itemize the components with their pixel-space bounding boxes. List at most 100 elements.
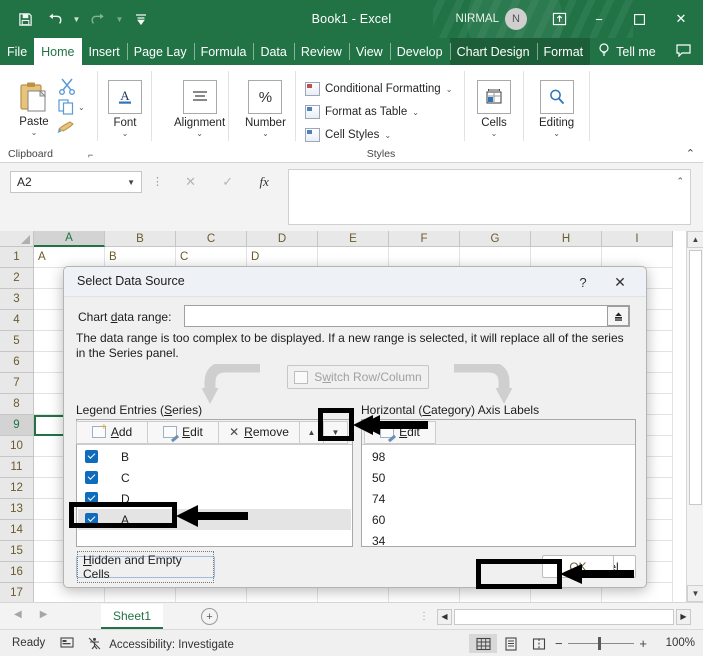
tab-home[interactable]: Home	[34, 38, 82, 65]
row-header-8[interactable]: 8	[0, 394, 34, 415]
enter-icon[interactable]: ✓	[222, 174, 233, 190]
series-checkbox-D[interactable]	[85, 492, 98, 505]
scroll-right-icon[interactable]: ▶	[676, 608, 691, 625]
collapse-dialog-icon[interactable]	[607, 306, 629, 326]
tab-insert[interactable]: Insert	[82, 38, 127, 65]
font-dropdown-icon[interactable]: ⌄	[122, 130, 129, 138]
copy-button[interactable]	[58, 99, 75, 118]
series-item-B[interactable]: B	[78, 446, 351, 467]
cell-styles-button[interactable]: Cell Styles ⌄	[305, 125, 391, 145]
axis-label-item-3[interactable]: 60	[363, 509, 634, 530]
number-dropdown-icon[interactable]: ⌄	[262, 130, 269, 138]
column-header-G[interactable]: G	[460, 231, 531, 247]
cell-G1[interactable]	[460, 247, 531, 268]
previous-sheet-icon[interactable]: ◀	[14, 609, 22, 620]
cell-E1[interactable]	[318, 247, 389, 268]
row-header-6[interactable]: 6	[0, 352, 34, 373]
avatar[interactable]: N	[505, 8, 527, 30]
row-header-9[interactable]: 9	[0, 415, 34, 436]
zoom-track[interactable]	[567, 637, 635, 650]
cell-H1[interactable]	[531, 247, 602, 268]
remove-series-button[interactable]: ✕ Remove	[218, 420, 300, 444]
undo-icon[interactable]	[40, 6, 70, 32]
tab-file[interactable]: File	[0, 38, 34, 65]
vertical-scrollbar[interactable]: ▲ ▼	[686, 231, 703, 602]
split-handle-icon[interactable]: ⋮	[419, 611, 429, 622]
axis-label-item-4[interactable]: 34	[363, 530, 634, 546]
row-header-10[interactable]: 10	[0, 436, 34, 457]
collapse-ribbon-icon[interactable]: ⌃	[686, 147, 695, 160]
editing-button[interactable]: Editing ⌄	[539, 80, 574, 138]
chart-data-range-input[interactable]	[184, 305, 630, 327]
column-header-D[interactable]: D	[247, 231, 318, 247]
dialog-close-icon[interactable]: ✕	[608, 272, 632, 292]
ribbon-display-options-icon[interactable]	[539, 0, 579, 38]
close-icon[interactable]: ✕	[659, 0, 703, 38]
column-header-E[interactable]: E	[318, 231, 389, 247]
column-header-A[interactable]: A	[34, 231, 105, 247]
column-header-B[interactable]: B	[105, 231, 176, 247]
customize-quick-access-icon[interactable]	[126, 6, 156, 32]
number-button[interactable]: % Number ⌄	[245, 80, 286, 138]
row-header-3[interactable]: 3	[0, 289, 34, 310]
paste-button[interactable]: Paste ⌄	[10, 79, 58, 137]
tab-data[interactable]: Data	[253, 38, 293, 65]
cells-dropdown-icon[interactable]: ⌄	[491, 130, 498, 138]
scroll-up-icon[interactable]: ▲	[687, 231, 703, 248]
series-item-D[interactable]: D	[78, 488, 351, 509]
add-series-button[interactable]: Add	[76, 420, 148, 444]
alignment-button[interactable]: Alignment ⌄	[174, 80, 225, 138]
cells-button[interactable]: Cells ⌄	[477, 80, 511, 138]
normal-view-icon[interactable]	[469, 634, 497, 653]
row-header-4[interactable]: 4	[0, 310, 34, 331]
paste-dropdown-icon[interactable]: ⌄	[31, 128, 38, 137]
row-header-16[interactable]: 16	[0, 562, 34, 583]
cell-A1[interactable]: A	[34, 247, 105, 268]
next-sheet-icon[interactable]: ▶	[40, 609, 48, 620]
edit-axis-labels-button[interactable]: Edit	[364, 420, 436, 444]
chevron-down-icon[interactable]: ⌄	[384, 131, 391, 140]
format-painter-button[interactable]	[57, 119, 76, 138]
comment-icon[interactable]	[676, 44, 691, 60]
undo-dropdown-icon[interactable]: ▼	[70, 6, 83, 32]
ok-button[interactable]: OK	[542, 555, 614, 578]
horizontal-scrollbar[interactable]: ◀ ▶	[437, 608, 691, 625]
tell-me-search[interactable]: Tell me	[590, 38, 664, 65]
vertical-scroll-thumb[interactable]	[689, 250, 702, 505]
cell-D1[interactable]: D	[247, 247, 318, 268]
tab-formulas[interactable]: Formula	[193, 38, 254, 65]
scroll-down-icon[interactable]: ▼	[687, 585, 703, 602]
cell-C1[interactable]: C	[176, 247, 247, 268]
dialog-launcher-icon[interactable]: ⌐	[88, 150, 93, 160]
row-header-1[interactable]: 1	[0, 247, 34, 268]
alignment-dropdown-icon[interactable]: ⌄	[196, 130, 203, 138]
scroll-left-icon[interactable]: ◀	[437, 608, 452, 625]
series-checkbox-A[interactable]	[85, 513, 98, 526]
column-header-C[interactable]: C	[176, 231, 247, 247]
row-header-15[interactable]: 15	[0, 541, 34, 562]
tab-view[interactable]: View	[348, 38, 390, 65]
horizontal-scroll-track[interactable]	[454, 608, 674, 625]
row-header-13[interactable]: 13	[0, 499, 34, 520]
series-checkbox-C[interactable]	[85, 471, 98, 484]
accessibility-status[interactable]: Accessibility: Investigate	[88, 637, 234, 651]
cell-B1[interactable]: B	[105, 247, 176, 268]
row-header-5[interactable]: 5	[0, 331, 34, 352]
formula-input[interactable]: ⌃	[288, 169, 691, 225]
format-as-table-button[interactable]: Format as Table ⌄	[305, 102, 419, 122]
select-all-corner[interactable]	[0, 231, 34, 247]
cell-F1[interactable]	[389, 247, 460, 268]
chevron-down-icon[interactable]: ⌄	[412, 108, 419, 117]
help-question-icon[interactable]: ?	[572, 272, 594, 292]
row-header-17[interactable]: 17	[0, 583, 34, 604]
axis-label-item-2[interactable]: 74	[363, 488, 634, 509]
move-up-arrow-icon[interactable]: ▲	[299, 420, 324, 444]
save-icon[interactable]	[10, 6, 40, 32]
row-header-14[interactable]: 14	[0, 520, 34, 541]
axis-labels-list[interactable]: 98 50 74 60 34	[363, 446, 634, 546]
page-layout-view-icon[interactable]	[497, 634, 525, 653]
chevron-down-icon[interactable]: ⌄	[446, 85, 453, 94]
edit-series-button[interactable]: Edit	[147, 420, 219, 444]
conditional-formatting-button[interactable]: Conditional Formatting ⌄	[305, 79, 452, 99]
tab-review[interactable]: Review	[293, 38, 349, 65]
